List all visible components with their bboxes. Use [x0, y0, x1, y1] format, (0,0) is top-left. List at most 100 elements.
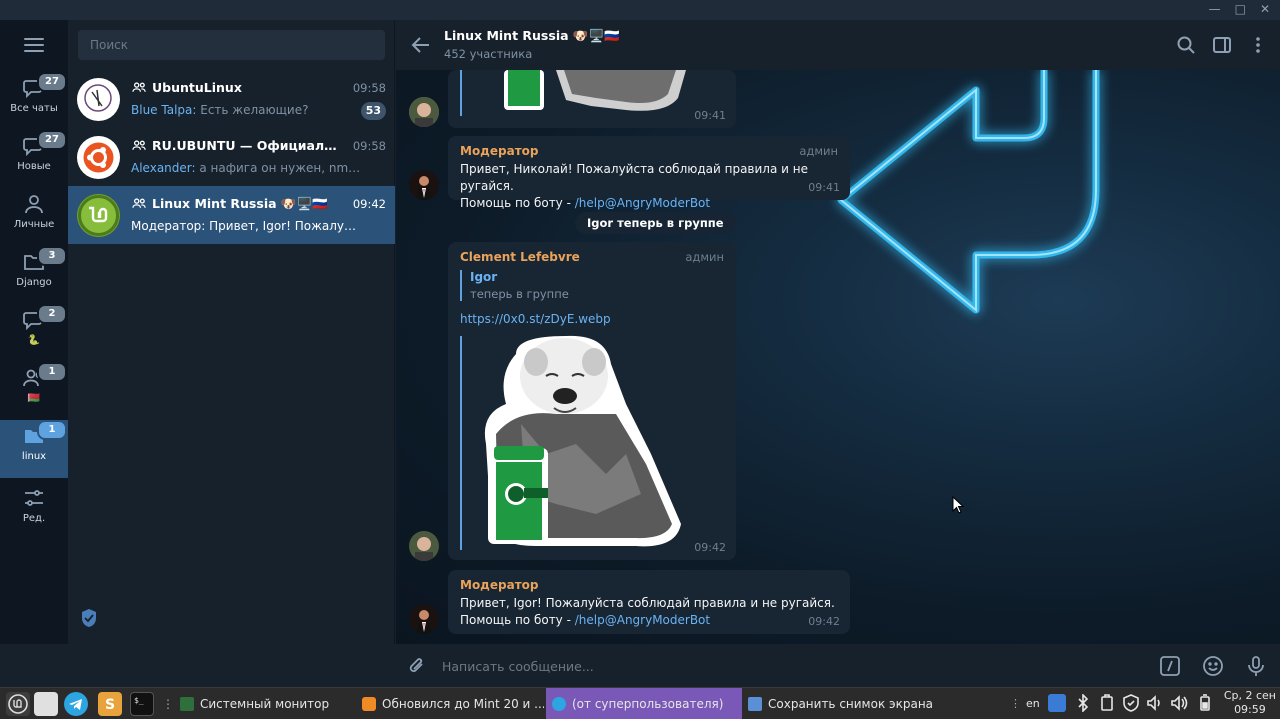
update-manager-icon[interactable]	[1048, 694, 1066, 712]
shield-icon[interactable]	[80, 608, 98, 628]
task-label: (от суперпользователя)	[572, 697, 724, 711]
sticker-image[interactable]	[476, 334, 686, 550]
keyboard-layout[interactable]: en	[1026, 697, 1040, 710]
clock[interactable]: Ср, 2 сен 09:59	[1224, 689, 1276, 717]
chat-time: 09:42	[352, 197, 386, 211]
folder-personal[interactable]: Личные	[0, 188, 68, 246]
minimize-button[interactable]: —	[1209, 2, 1221, 16]
close-button[interactable]: ✕	[1260, 2, 1270, 16]
menu-icon[interactable]	[24, 38, 44, 52]
folder-label: Ред.	[22, 513, 46, 524]
chat-preview: Модератор: Привет, Igor! Пожалуйста со..…	[131, 219, 361, 233]
unread-badge: 53	[360, 102, 386, 120]
sublime-text-icon[interactable]: S	[98, 692, 122, 716]
emoji-icon[interactable]	[1202, 655, 1224, 677]
mint-menu-icon[interactable]	[6, 692, 30, 716]
bluetooth-icon[interactable]	[1074, 694, 1092, 712]
sidebar-toggle-icon[interactable]	[1212, 35, 1232, 55]
avatar[interactable]	[409, 170, 439, 200]
terminal-icon[interactable]: $_	[130, 692, 154, 716]
folder-new[interactable]: 27 Новые	[0, 130, 68, 188]
chat-preview: Blue Talpa: Есть желающие?	[131, 103, 361, 117]
chat-preview-sender: Alexander:	[131, 161, 196, 175]
chat-preview-sender: Blue Talpa:	[131, 103, 197, 117]
task-label: Системный монитор	[200, 697, 330, 711]
volume-icon[interactable]	[1146, 694, 1164, 712]
admin-badge: админ	[685, 250, 724, 264]
chat-item-ru-ubuntu[interactable]: RU.UBUNTU — Официальное со... 09:58 Alex…	[68, 128, 395, 186]
svg-text:S: S	[105, 697, 115, 713]
screenshot-icon	[748, 697, 762, 711]
chat-name: RU.UBUNTU — Официальное со...	[152, 138, 342, 153]
attach-icon[interactable]	[406, 655, 428, 677]
folder-python[interactable]: 2 🐍	[0, 304, 68, 362]
message-url-link[interactable]: https://0x0.st/zDyE.webp	[460, 312, 611, 326]
message-moderator-2[interactable]: Модератор Привет, Igor! Пожалуйста соблю…	[448, 570, 850, 634]
folder-label: Личные	[13, 219, 55, 230]
message-sticker-partial[interactable]: 09:41	[448, 70, 736, 128]
chat-name: UbuntuLinux	[152, 80, 242, 95]
clipboard-icon[interactable]	[1098, 694, 1116, 712]
task-system-monitor[interactable]: ⋮ Системный монитор	[156, 688, 356, 719]
message-input[interactable]	[442, 654, 1142, 678]
clock-date: Ср, 2 сен	[1223, 689, 1276, 702]
battery-icon[interactable]	[1196, 694, 1214, 712]
message-moderator-1[interactable]: Модератор админ Привет, Николай! Пожалуй…	[448, 136, 850, 210]
message-line: Привет, Николай! Пожалуйста соблюдай пра…	[460, 162, 808, 193]
folder-linux[interactable]: 1 linux	[0, 420, 68, 478]
chat-item-linux-mint-russia[interactable]: Linux Mint Russia 🐶🖥️🇷🇺 09:42 Модератор:…	[68, 186, 395, 244]
message-clement[interactable]: Clement Lefebvre админ Igor теперь в гру…	[448, 242, 736, 560]
edit-folders-icon	[22, 486, 46, 510]
message-author[interactable]: Clement Lefebvre	[460, 250, 580, 264]
telegram-icon	[552, 697, 566, 711]
message-author[interactable]: Модератор	[460, 578, 539, 592]
microphone-icon[interactable]	[1245, 655, 1267, 677]
task-browser[interactable]: Обновился до Mint 20 и ...	[356, 688, 544, 719]
chat-time: 09:58	[352, 81, 386, 95]
system-monitor-icon	[180, 697, 194, 711]
chat-preview-text: Есть желающие?	[196, 103, 309, 117]
telegram-icon[interactable]	[64, 692, 88, 716]
maximize-button[interactable]: □	[1235, 2, 1246, 16]
avatar[interactable]	[409, 604, 439, 634]
folder-label: Django	[16, 277, 52, 288]
service-message: Igor теперь в группе	[575, 212, 736, 234]
search-input[interactable]	[78, 30, 385, 60]
chat-title[interactable]: Linux Mint Russia 🐶🖥️🇷🇺	[444, 28, 620, 44]
avatar	[77, 136, 120, 179]
file-manager-icon[interactable]	[34, 692, 58, 716]
task-screenshot[interactable]: Сохранить снимок экрана	[742, 688, 942, 719]
folder-label: Все чаты	[10, 103, 58, 114]
message-text: Привет, Igor! Пожалуйста соблюдай правил…	[460, 595, 835, 629]
chat-preview: Alexander: а нафига он нужен, nm давно у	[131, 161, 361, 175]
message-composer	[396, 644, 1280, 687]
admin-badge: админ	[799, 144, 838, 158]
avatar[interactable]	[409, 531, 439, 561]
message-time: 09:41	[694, 109, 726, 122]
bot-link[interactable]: /help@AngryModerBot	[575, 613, 710, 627]
message-text: Привет, Николай! Пожалуйста соблюдай пра…	[460, 161, 850, 212]
search-icon[interactable]	[1176, 35, 1196, 55]
clock-time: 09:59	[1234, 703, 1266, 716]
folder-belarus[interactable]: 1 🇧🇾	[0, 362, 68, 420]
reply-quote[interactable]: Igor теперь в группе	[460, 270, 569, 301]
group-icon	[132, 140, 146, 150]
volume-icon[interactable]	[1170, 694, 1188, 712]
chat-preview-text: а нафига он нужен, nm давно у	[199, 161, 361, 175]
message-author[interactable]: Модератор	[460, 144, 539, 158]
folder-edit[interactable]: Ред.	[0, 482, 68, 540]
more-options-icon[interactable]	[1248, 35, 1268, 55]
message-line: Привет, Igor! Пожалуйста соблюдай правил…	[460, 596, 835, 610]
folder-label: Новые	[17, 161, 51, 172]
bot-link[interactable]: /help@AngryModerBot	[575, 196, 710, 210]
shield-icon[interactable]	[1122, 694, 1140, 712]
browser-icon	[362, 697, 376, 711]
back-arrow-icon[interactable]	[410, 34, 432, 56]
folder-django[interactable]: 3 Django	[0, 246, 68, 304]
tray-separator: ⋮	[1010, 697, 1021, 710]
folder-all-chats[interactable]: 27 Все чаты	[0, 72, 68, 130]
task-telegram[interactable]: (от суперпользователя)	[546, 688, 742, 719]
chat-item-ubuntulinux[interactable]: UbuntuLinux 09:58 Blue Talpa: Есть желаю…	[68, 70, 395, 128]
commands-icon[interactable]	[1159, 655, 1181, 677]
avatar[interactable]	[409, 97, 439, 127]
